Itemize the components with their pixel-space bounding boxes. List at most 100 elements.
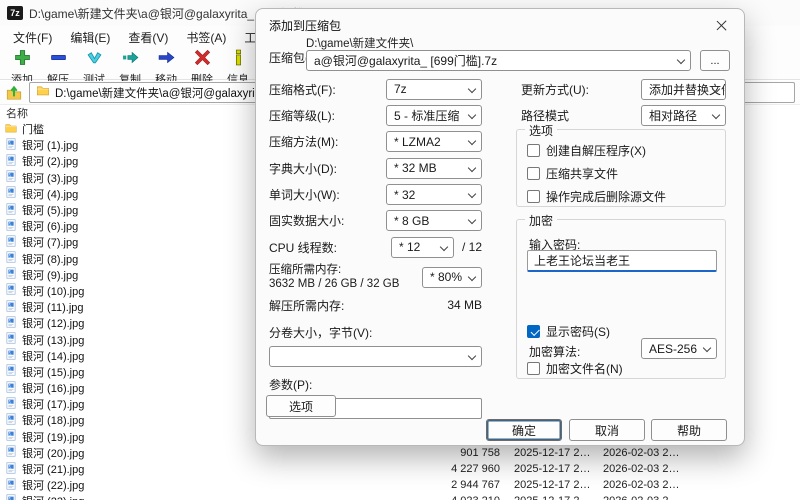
help-button[interactable]: 帮助 <box>651 419 727 441</box>
chevron-down-icon <box>467 137 477 146</box>
file-name: 银河 (20).jpg <box>22 447 85 460</box>
image-file-icon <box>5 381 17 396</box>
image-file-icon <box>5 267 17 282</box>
field-value: 5 - 标准压缩 <box>394 109 460 124</box>
update-mode-combo[interactable]: 添加并替换文件 <box>641 78 726 100</box>
show-password-checkbox[interactable]: 显示密码(S) <box>527 323 610 340</box>
file-size-cell: 4 227 960 <box>451 463 500 476</box>
folder-icon <box>36 84 50 102</box>
update-mode-label: 更新方式(U): <box>521 82 589 97</box>
browse-button[interactable]: ... <box>700 50 730 71</box>
file-size-cell: 901 758 <box>460 446 500 459</box>
checkbox-unchecked-icon <box>527 144 540 157</box>
chevron-down-icon <box>711 110 721 120</box>
move-arrow-icon <box>158 49 175 71</box>
encrypt-filenames-checkbox[interactable]: 加密文件名(N) <box>527 360 623 377</box>
memory-compress-detail: 3632 MB / 26 GB / 32 GB <box>269 278 400 291</box>
option-checkbox-label: 创建自解压程序(X) <box>546 144 646 158</box>
file-name-cell: 银河 (21).jpg <box>0 461 434 477</box>
file-name-cell: 银河 (20).jpg <box>0 445 434 461</box>
menu-item-1[interactable]: 编辑(E) <box>61 27 119 48</box>
chevron-down-icon <box>467 216 477 225</box>
image-file-icon <box>5 186 17 201</box>
file-name-cell: 银河 (23).jpg <box>0 493 434 500</box>
menu-item-2[interactable]: 查看(V) <box>119 27 177 48</box>
field-value: * 8 GB <box>394 213 430 228</box>
close-button[interactable] <box>700 11 742 39</box>
field-label: 压缩格式(F): <box>269 82 336 97</box>
password-input[interactable]: 上老王论坛当老王 <box>527 250 717 272</box>
file-name: 银河 (9).jpg <box>22 269 79 282</box>
encryption-method-label: 加密算法: <box>529 345 581 359</box>
file-name: 银河 (11).jpg <box>22 302 84 315</box>
image-file-icon <box>5 283 17 298</box>
file-created-cell: 2026-02-03 2… <box>603 479 680 492</box>
field-combo[interactable]: * LZMA2 <box>386 131 482 153</box>
chevron-down-icon <box>467 189 477 199</box>
field-value: * 32 <box>394 187 416 202</box>
field-combo[interactable]: * 8 GB <box>386 210 482 232</box>
file-name: 银河 (8).jpg <box>22 253 79 266</box>
compression-field-row-0: 压缩格式(F): 7z <box>269 76 482 102</box>
path-mode-combo[interactable]: 相对路径 <box>641 105 726 127</box>
chevron-down-icon <box>702 343 712 353</box>
image-file-icon <box>5 235 17 250</box>
field-combo[interactable]: 5 - 标准压缩 <box>386 105 482 127</box>
update-mode-row: 更新方式(U): 添加并替换文件 <box>516 76 726 102</box>
field-combo[interactable]: 7z <box>386 78 482 100</box>
encrypt-filenames-label: 加密文件名(N) <box>546 362 623 376</box>
option-checkbox-0[interactable]: 创建自解压程序(X) <box>527 142 646 159</box>
file-name: 银河 (10).jpg <box>22 285 85 298</box>
field-label: 单词大小(W): <box>269 188 340 203</box>
file-row[interactable]: 银河 (22).jpg 2 944 767 2025-12-17 2… 2026-02… <box>0 477 800 493</box>
password-value: 上老王论坛当老王 <box>534 254 631 268</box>
file-name: 银河 (18).jpg <box>22 415 85 428</box>
checkbox-unchecked-icon <box>527 190 540 203</box>
file-row[interactable]: 银河 (23).jpg 4 023 2102025-12-17 2…2026-02… <box>0 493 800 500</box>
file-name: 银河 (7).jpg <box>22 237 79 250</box>
file-name: 银河 (13).jpg <box>22 334 85 347</box>
chevron-down-icon <box>467 163 477 172</box>
file-name: 银河 (15).jpg <box>22 366 85 379</box>
file-row[interactable]: 银河 (20).jpg 901 758 2025-12-17 2… 2026-02-0… <box>0 445 800 461</box>
file-row[interactable]: 银河 (21).jpg 4 227 960 2025-12-17 2… 2026-02… <box>0 461 800 477</box>
cancel-button[interactable]: 取消 <box>569 419 645 441</box>
delete-x-icon <box>194 49 211 71</box>
menu-item-3[interactable]: 书签(A) <box>177 27 235 48</box>
file-name-cell: 银河 (22).jpg <box>0 477 434 493</box>
volume-size-label: 分卷大小，字节(V): <box>269 326 373 341</box>
extract-minus-icon <box>50 49 67 71</box>
compression-field-row-2: 压缩方法(M): * LZMA2 <box>269 129 482 155</box>
memory-usage-combo[interactable]: * 80% <box>422 266 482 288</box>
image-file-icon <box>5 219 17 234</box>
encryption-method-combo[interactable]: AES-256 <box>641 338 717 359</box>
copy-arrow-icon <box>122 49 139 71</box>
image-file-icon <box>5 348 17 363</box>
ok-button[interactable]: 确定 <box>486 419 562 441</box>
volume-size-combo[interactable] <box>269 346 482 368</box>
chevron-down-icon <box>676 55 686 65</box>
up-directory-icon[interactable] <box>5 84 23 102</box>
show-password-label: 显示密码(S) <box>546 325 610 339</box>
file-name: 银河 (2).jpg <box>22 156 79 169</box>
field-combo[interactable]: * 32 MB <box>386 157 482 179</box>
encryption-group: 加密 输入密码: 上老王论坛当老王 显示密码(S) 加密算法: AES-256 … <box>516 212 726 379</box>
menu-item-0[interactable]: 文件(F) <box>4 27 61 48</box>
file-name: 门槛 <box>22 124 44 137</box>
dialog-title: 添加到压缩包 <box>269 19 342 33</box>
file-name: 银河 (4).jpg <box>22 188 79 201</box>
encryption-method-value: AES-256 <box>649 341 698 356</box>
option-checkbox-1[interactable]: 压缩共享文件 <box>527 165 618 182</box>
file-name: 银河 (14).jpg <box>22 350 85 363</box>
archive-name-combo[interactable]: a@银河@galaxyrita_ [699门槛].7z <box>306 50 691 71</box>
cpu-threads-combo[interactable]: * 12 <box>390 236 454 258</box>
option-checkbox-2[interactable]: 操作完成后删除源文件 <box>527 188 666 205</box>
file-size-cell: 4 023 210 <box>434 495 500 500</box>
field-combo[interactable]: * 32 <box>386 184 482 206</box>
7zip-logo-icon: 7z <box>7 6 23 20</box>
options-button[interactable]: 选项 <box>266 395 336 417</box>
file-name: 银河 (21).jpg <box>22 464 85 477</box>
parameters-label: 参数(P): <box>269 378 313 393</box>
cpu-threads-label: CPU 线程数: <box>269 240 338 255</box>
memory-decompress-row: 解压所需内存: 34 MB <box>269 294 482 316</box>
